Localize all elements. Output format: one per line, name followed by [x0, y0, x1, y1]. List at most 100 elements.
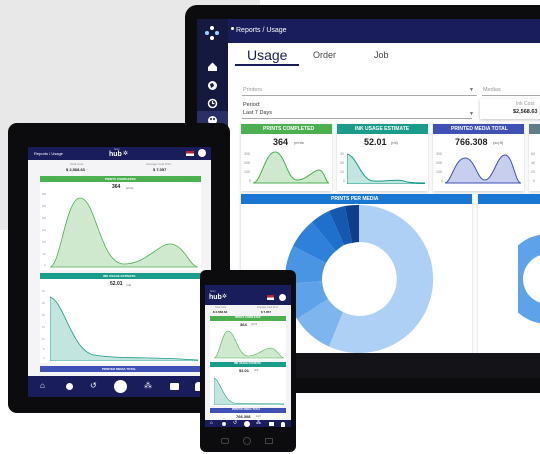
- card-partial: 60 40 20 0: [529, 124, 540, 191]
- card-title: PRINTED MEDIA TOTAL: [451, 125, 508, 132]
- axis-tick: 100: [42, 241, 47, 244]
- axis-tick: 40: [531, 161, 535, 165]
- axis-tick: 0: [43, 357, 45, 360]
- mini-area-chart: [253, 151, 329, 184]
- phone-home-button[interactable]: [243, 437, 251, 445]
- tablet-bottom-nav: ⌂ ↺ ⁂: [28, 376, 211, 397]
- phone-screen: hmm hub ✲ Total Cost $ 2,568.63 Average …: [205, 285, 291, 427]
- ink-card: INK USAGE ESTIMATE 52.01 (ml): [210, 362, 286, 406]
- card-value: 766.308: [236, 413, 251, 419]
- user-icon[interactable]: [279, 294, 286, 301]
- tab-order[interactable]: Order: [313, 51, 336, 60]
- logo-icon[interactable]: [204, 25, 220, 41]
- axis-tick: 300: [436, 152, 442, 156]
- mini-area-chart: [445, 154, 521, 184]
- card-unit: (ml): [391, 140, 398, 145]
- axis-tick: 10: [340, 170, 344, 174]
- tablet-screen: Reports / Usage hmm hub ✲ Total Cost $ 2…: [28, 147, 211, 397]
- logo: hub: [109, 151, 122, 158]
- tab-usage[interactable]: Usage: [247, 48, 287, 62]
- globe-icon[interactable]: [222, 421, 226, 426]
- nodes-icon[interactable]: ⁂: [256, 421, 261, 426]
- card-unit: (sq.ft): [493, 140, 504, 145]
- axis-tick: 0: [533, 179, 535, 183]
- avg-cost-value: $ 7.057: [153, 167, 167, 172]
- home-icon[interactable]: ⌂: [210, 421, 213, 426]
- ink-card: INK USAGE ESTIMATE 52.01 (ml) 30 25 20 1…: [40, 273, 201, 363]
- axis-tick: 200: [436, 161, 442, 165]
- area-chart: [214, 377, 284, 405]
- total-cost-value: $ 2,568.63: [66, 167, 85, 172]
- history-icon[interactable]: ↺: [233, 421, 237, 426]
- area-chart: [50, 296, 198, 361]
- axis-tick: 30: [42, 290, 45, 293]
- globe-icon[interactable]: [66, 383, 73, 390]
- card-title: PRINTED MEDIA TOTAL: [232, 408, 261, 411]
- card-unit: prints: [251, 323, 258, 326]
- phone-recent-button[interactable]: [265, 438, 273, 444]
- flag-icon[interactable]: [267, 295, 274, 300]
- card-header: [529, 124, 540, 134]
- card-value: 364: [240, 322, 247, 327]
- card-title: PRINTS COMPLETED: [235, 316, 261, 319]
- card-value: 52.01: [239, 368, 250, 373]
- medias-select[interactable]: Medias: [483, 87, 501, 94]
- ink-cost-label: Ink Cost: [516, 101, 535, 107]
- breadcrumb: Reports / Usage: [34, 150, 63, 156]
- logo: hub: [209, 294, 222, 301]
- card-title: INK USAGE ESTIMATE: [355, 125, 410, 132]
- tab-job[interactable]: Job: [374, 51, 389, 60]
- card-unit: (ml): [126, 282, 132, 287]
- axis-tick: 0: [343, 179, 345, 183]
- nodes-icon[interactable]: ⁂: [144, 382, 152, 390]
- area-chart: [214, 330, 284, 359]
- globe-icon[interactable]: [207, 80, 218, 91]
- flag-icon[interactable]: [186, 151, 194, 156]
- card-value: 52.01: [110, 281, 123, 287]
- avg-cost-label: Average Cost Print: [146, 162, 172, 166]
- printer-icon[interactable]: [170, 383, 179, 390]
- card-title: PRINTS COMPLETED: [263, 125, 315, 132]
- card-unit: sq.ft: [256, 414, 261, 418]
- period-chevron-icon[interactable]: ▼: [469, 112, 474, 117]
- card-printed-media: PRINTED MEDIA TOTAL 766.308 (sq.ft) 300 …: [433, 124, 524, 191]
- axis-tick: 300: [244, 152, 250, 156]
- donut-chart: [284, 204, 434, 353]
- history-icon[interactable]: ↺: [90, 382, 97, 390]
- card-value: 52.01: [364, 137, 387, 147]
- phone-back-button[interactable]: [221, 438, 229, 444]
- axis-tick: 50: [43, 253, 46, 256]
- axis-tick: 0: [441, 179, 443, 183]
- media-card-title: PRINTED MEDIA TOTAL: [102, 366, 137, 371]
- total-cost-value: $ 2,568.63: [213, 310, 228, 314]
- prints-card: PRINTS COMPLETED 364 prints: [210, 316, 286, 360]
- axis-tick: 250: [42, 205, 47, 208]
- axis-tick: 0: [44, 264, 46, 267]
- chevron-down-icon[interactable]: ▼: [469, 88, 474, 93]
- user-icon[interactable]: [198, 149, 206, 157]
- menu-dot-icon[interactable]: [231, 27, 234, 30]
- axis-tick: 0: [249, 179, 251, 183]
- card-unit: (ml): [254, 369, 259, 372]
- palette-icon[interactable]: [244, 420, 250, 427]
- card-value: 364: [273, 137, 289, 147]
- history-icon[interactable]: [207, 98, 218, 109]
- printers-select[interactable]: Printers: [243, 87, 262, 94]
- axis-tick: 5: [43, 348, 45, 351]
- card-title: INK USAGE ESTIMATE: [234, 362, 262, 365]
- partial-donut-chart: [518, 234, 540, 324]
- card-value: 766.308: [455, 137, 488, 147]
- printer-icon[interactable]: [269, 422, 274, 426]
- axis-tick: 10: [42, 338, 45, 341]
- home-icon[interactable]: [207, 61, 218, 72]
- logo-icon: ✲: [123, 151, 129, 157]
- total-cost-label: Total Cost: [70, 162, 84, 166]
- axis-tick: 60: [531, 152, 535, 156]
- prints-card: PRINTS COMPLETED 364 prints 300 250 200 …: [40, 176, 201, 270]
- user-icon[interactable]: [281, 421, 285, 427]
- period-value[interactable]: Last 7 Days: [243, 110, 272, 117]
- ink-cost-value: $2,568.63: [513, 109, 538, 115]
- card-prints-completed: PRINTS COMPLETED 364 prints 300 200 100 …: [241, 124, 332, 191]
- home-icon[interactable]: ⌂: [40, 382, 45, 390]
- palette-icon[interactable]: [114, 380, 127, 393]
